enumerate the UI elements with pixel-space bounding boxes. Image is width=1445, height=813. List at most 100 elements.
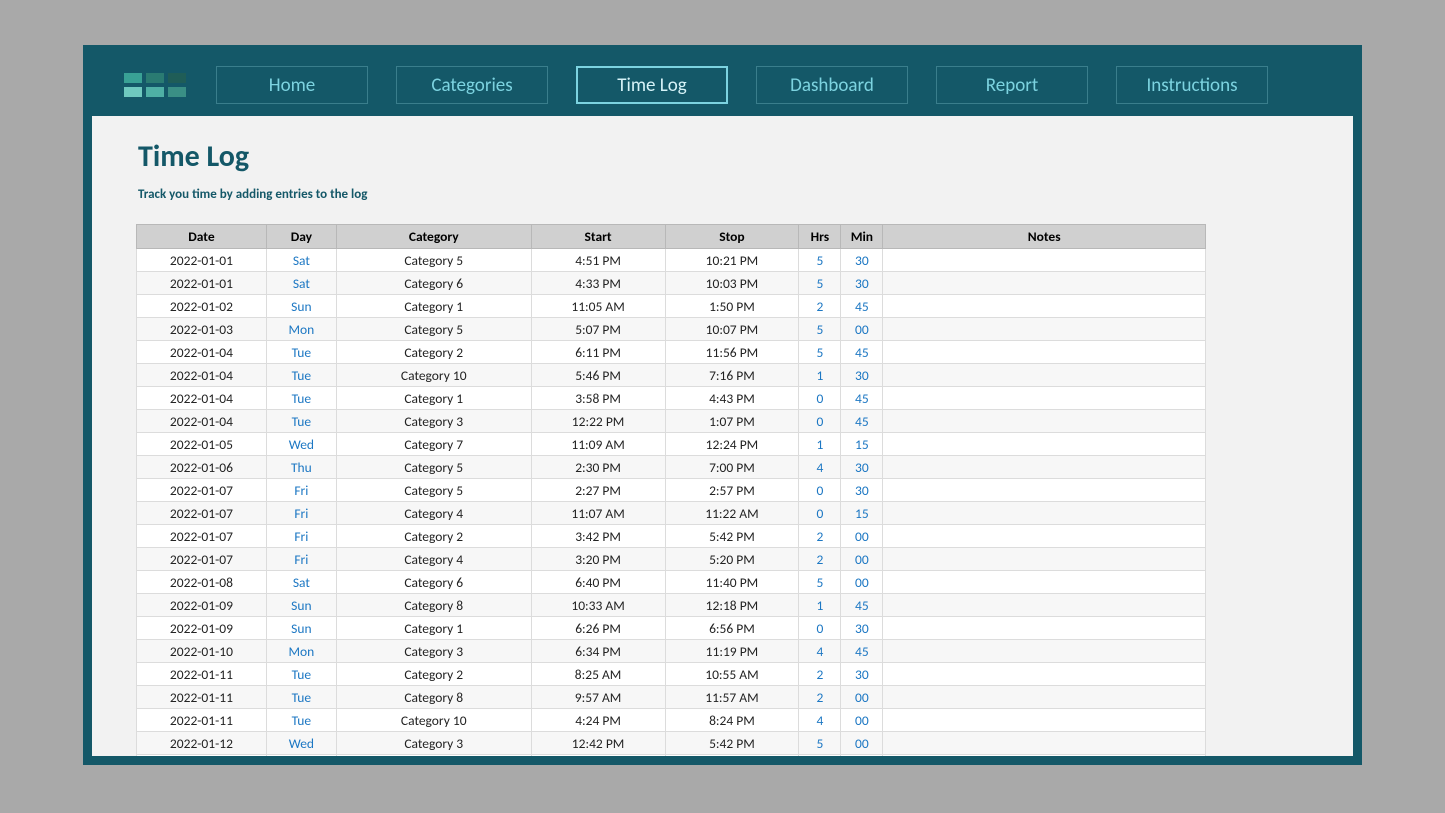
cell-date[interactable]: 2022-01-11: [137, 709, 267, 732]
cell-notes[interactable]: [883, 709, 1206, 732]
cell-stop[interactable]: 12:24 PM: [665, 433, 799, 456]
cell-start[interactable]: 12:22 PM: [531, 410, 665, 433]
cell-notes[interactable]: [883, 272, 1206, 295]
cell-start[interactable]: 3:42 PM: [531, 525, 665, 548]
cell-category[interactable]: Category 2: [336, 525, 531, 548]
cell-min[interactable]: 30: [841, 617, 883, 640]
nav-tab-categories[interactable]: Categories: [396, 66, 548, 104]
cell-day[interactable]: Sat: [266, 272, 336, 295]
cell-date[interactable]: 2022-01-08: [137, 571, 267, 594]
cell-stop[interactable]: 4:43 PM: [665, 387, 799, 410]
cell-min[interactable]: 45: [841, 410, 883, 433]
cell-day[interactable]: Fri: [266, 479, 336, 502]
cell-notes[interactable]: [883, 663, 1206, 686]
cell-hrs[interactable]: 5: [799, 249, 841, 272]
cell-notes[interactable]: [883, 571, 1206, 594]
cell-stop[interactable]: 2:57 PM: [665, 479, 799, 502]
cell-day[interactable]: Wed: [266, 755, 336, 757]
cell-start[interactable]: 11:05 AM: [531, 295, 665, 318]
col-header-category[interactable]: Category: [336, 225, 531, 249]
cell-day[interactable]: Fri: [266, 525, 336, 548]
cell-start[interactable]: 5:07 PM: [531, 318, 665, 341]
cell-day[interactable]: Thu: [266, 456, 336, 479]
table-row[interactable]: 2022-01-11TueCategory 89:57 AM11:57 AM20…: [137, 686, 1206, 709]
col-header-stop[interactable]: Stop: [665, 225, 799, 249]
cell-date[interactable]: 2022-01-07: [137, 525, 267, 548]
cell-min[interactable]: 00: [841, 318, 883, 341]
cell-start[interactable]: 6:26 PM: [531, 617, 665, 640]
cell-stop[interactable]: 1:07 PM: [665, 410, 799, 433]
cell-hrs[interactable]: 2: [799, 525, 841, 548]
cell-stop[interactable]: 10:21 PM: [665, 249, 799, 272]
cell-date[interactable]: 2022-01-03: [137, 318, 267, 341]
cell-notes[interactable]: [883, 686, 1206, 709]
cell-day[interactable]: Wed: [266, 732, 336, 755]
table-row[interactable]: 2022-01-07FriCategory 43:20 PM5:20 PM200: [137, 548, 1206, 571]
cell-day[interactable]: Sat: [266, 249, 336, 272]
cell-start[interactable]: 4:51 PM: [531, 249, 665, 272]
cell-min[interactable]: 30: [841, 364, 883, 387]
cell-stop[interactable]: 5:42 PM: [665, 525, 799, 548]
cell-stop[interactable]: 5:42 PM: [665, 732, 799, 755]
cell-notes[interactable]: [883, 525, 1206, 548]
cell-date[interactable]: 2022-01-04: [137, 410, 267, 433]
cell-start[interactable]: 11:07 AM: [531, 502, 665, 525]
cell-date[interactable]: 2022-01-04: [137, 387, 267, 410]
cell-day[interactable]: Tue: [266, 341, 336, 364]
cell-start[interactable]: 6:11 PM: [531, 341, 665, 364]
col-header-day[interactable]: Day: [266, 225, 336, 249]
table-row[interactable]: 2022-01-07FriCategory 52:27 PM2:57 PM030: [137, 479, 1206, 502]
cell-hrs[interactable]: 5: [799, 571, 841, 594]
nav-tab-home[interactable]: Home: [216, 66, 368, 104]
cell-day[interactable]: Tue: [266, 410, 336, 433]
cell-hrs[interactable]: 5: [799, 341, 841, 364]
cell-start[interactable]: 11:09 AM: [531, 433, 665, 456]
cell-stop[interactable]: 7:00 PM: [665, 456, 799, 479]
cell-day[interactable]: Mon: [266, 318, 336, 341]
cell-start[interactable]: 4:24 PM: [531, 709, 665, 732]
cell-min[interactable]: 00: [841, 709, 883, 732]
cell-hrs[interactable]: 0: [799, 410, 841, 433]
table-row[interactable]: 2022-01-04TueCategory 105:46 PM7:16 PM13…: [137, 364, 1206, 387]
cell-hrs[interactable]: 0: [799, 502, 841, 525]
cell-min[interactable]: 45: [841, 640, 883, 663]
cell-date[interactable]: 2022-01-07: [137, 502, 267, 525]
cell-notes[interactable]: [883, 594, 1206, 617]
table-row[interactable]: 2022-01-09SunCategory 16:26 PM6:56 PM030: [137, 617, 1206, 640]
cell-category[interactable]: Category 6: [336, 571, 531, 594]
cell-day[interactable]: Sun: [266, 617, 336, 640]
cell-notes[interactable]: [883, 387, 1206, 410]
cell-start[interactable]: 2:30 PM: [531, 456, 665, 479]
cell-day[interactable]: Mon: [266, 640, 336, 663]
cell-category[interactable]: Category 2: [336, 663, 531, 686]
cell-day[interactable]: Sun: [266, 295, 336, 318]
col-header-date[interactable]: Date: [137, 225, 267, 249]
cell-category[interactable]: Category 5: [336, 318, 531, 341]
cell-category[interactable]: Category 1: [336, 295, 531, 318]
table-row[interactable]: 2022-01-07FriCategory 23:42 PM5:42 PM200: [137, 525, 1206, 548]
cell-min[interactable]: 00: [841, 548, 883, 571]
nav-tab-dashboard[interactable]: Dashboard: [756, 66, 908, 104]
table-row[interactable]: 2022-01-01SatCategory 54:51 PM10:21 PM53…: [137, 249, 1206, 272]
cell-notes[interactable]: [883, 732, 1206, 755]
cell-hrs[interactable]: 4: [799, 755, 841, 757]
col-header-start[interactable]: Start: [531, 225, 665, 249]
cell-start[interactable]: 4:33 PM: [531, 272, 665, 295]
cell-date[interactable]: 2022-01-07: [137, 479, 267, 502]
cell-start[interactable]: 10:33 AM: [531, 594, 665, 617]
nav-tab-report[interactable]: Report: [936, 66, 1088, 104]
cell-date[interactable]: 2022-01-11: [137, 663, 267, 686]
cell-category[interactable]: Category 8: [336, 594, 531, 617]
nav-tab-time-log[interactable]: Time Log: [576, 66, 728, 104]
cell-stop[interactable]: 10:07 PM: [665, 318, 799, 341]
table-row[interactable]: 2022-01-06ThuCategory 52:30 PM7:00 PM430: [137, 456, 1206, 479]
cell-start[interactable]: 6:40 PM: [531, 571, 665, 594]
cell-stop[interactable]: 11:56 PM: [665, 341, 799, 364]
cell-stop[interactable]: 11:19 PM: [665, 640, 799, 663]
table-row[interactable]: 2022-01-10MonCategory 36:34 PM11:19 PM44…: [137, 640, 1206, 663]
cell-hrs[interactable]: 2: [799, 548, 841, 571]
cell-start[interactable]: 6:34 PM: [531, 640, 665, 663]
cell-category[interactable]: Category 3: [336, 410, 531, 433]
cell-day[interactable]: Tue: [266, 663, 336, 686]
cell-date[interactable]: 2022-01-02: [137, 295, 267, 318]
